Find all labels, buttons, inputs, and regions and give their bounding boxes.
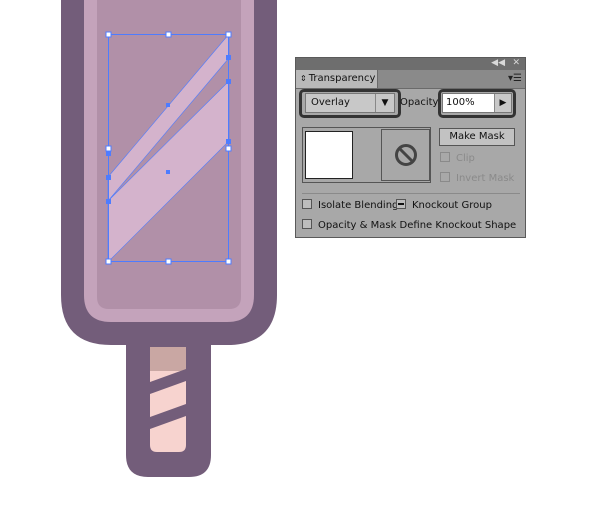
knockout-group-label: Knockout Group bbox=[412, 200, 492, 211]
opacity-value[interactable]: 100% bbox=[446, 97, 475, 108]
blend-mode-value: Overlay bbox=[311, 97, 350, 108]
make-mask-button[interactable]: Make Mask bbox=[439, 128, 515, 146]
anchor-point[interactable] bbox=[226, 139, 231, 144]
anchor-point[interactable] bbox=[226, 55, 231, 60]
panel-menu-icon[interactable]: ▾☰ bbox=[508, 72, 522, 86]
handle-middle-right[interactable] bbox=[225, 145, 232, 152]
opacity-mask-knockout-label: Opacity & Mask Define Knockout Shape bbox=[318, 220, 517, 231]
knockout-group-row[interactable]: Knockout Group bbox=[396, 199, 492, 212]
dropdown-arrow-icon[interactable]: ▼ bbox=[375, 94, 394, 112]
handle-top-center[interactable] bbox=[165, 31, 172, 38]
clip-checkbox-row[interactable]: Clip bbox=[440, 152, 475, 165]
center-point[interactable] bbox=[166, 170, 170, 174]
close-icon[interactable]: ✕ bbox=[512, 57, 520, 69]
handle-top-right[interactable] bbox=[225, 31, 232, 38]
opacity-slider-arrow-icon[interactable]: ▶ bbox=[494, 94, 511, 112]
anchor-point[interactable] bbox=[106, 199, 111, 204]
anchor-point[interactable] bbox=[226, 79, 231, 84]
clip-checkbox[interactable] bbox=[440, 152, 450, 162]
handle-bottom-center[interactable] bbox=[165, 258, 172, 265]
invert-mask-checkbox-row[interactable]: Invert Mask bbox=[440, 172, 515, 185]
invert-mask-label: Invert Mask bbox=[456, 173, 515, 184]
invert-mask-checkbox[interactable] bbox=[440, 172, 450, 182]
anchor-point[interactable] bbox=[106, 151, 111, 156]
handle-top-left[interactable] bbox=[105, 31, 112, 38]
opacity-input[interactable]: 100% ▶ bbox=[442, 93, 512, 113]
isolate-blending-checkbox[interactable] bbox=[302, 199, 312, 209]
knockout-group-checkbox[interactable] bbox=[396, 199, 406, 209]
mask-thumbnail[interactable] bbox=[381, 129, 430, 181]
opacity-mask-knockout-row[interactable]: Opacity & Mask Define Knockout Shape bbox=[302, 219, 517, 232]
handle-middle-left[interactable] bbox=[105, 145, 112, 152]
isolate-blending-label: Isolate Blending bbox=[318, 200, 399, 211]
isolate-blending-row[interactable]: Isolate Blending bbox=[302, 199, 399, 212]
stick-top-shadow bbox=[150, 347, 186, 371]
clip-label: Clip bbox=[456, 153, 475, 164]
tab-label: Transparency bbox=[308, 73, 376, 84]
panel-divider bbox=[302, 193, 520, 194]
updown-arrows-icon: ⇕ bbox=[300, 74, 307, 83]
tab-transparency[interactable]: ⇕ Transparency bbox=[296, 70, 378, 88]
panel-tab-strip: ⇕ Transparency ▾☰ bbox=[296, 70, 525, 89]
opacity-mask-knockout-checkbox[interactable] bbox=[302, 219, 312, 229]
no-mask-icon bbox=[395, 144, 417, 166]
blend-mode-select[interactable]: Overlay ▼ bbox=[305, 93, 395, 113]
anchor-point[interactable] bbox=[106, 175, 111, 180]
handle-bottom-left[interactable] bbox=[105, 258, 112, 265]
opacity-label: Opacity: bbox=[400, 97, 442, 108]
double-chevron-left-icon[interactable]: ◀◀ bbox=[491, 57, 505, 69]
handle-bottom-right[interactable] bbox=[225, 258, 232, 265]
object-thumbnail[interactable] bbox=[305, 131, 353, 179]
center-point[interactable] bbox=[166, 103, 170, 107]
